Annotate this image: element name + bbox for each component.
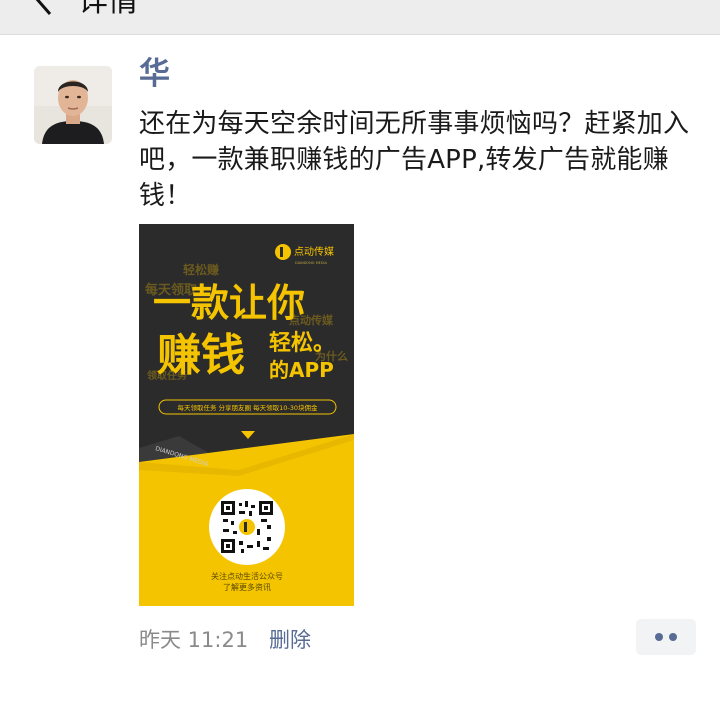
top-bar: 详情 xyxy=(0,0,720,35)
avatar-image xyxy=(34,66,112,144)
post-image[interactable]: 轻松赚 每天领取 点动传媒 为什么 领取任务 点动传媒 DIANDONG MED… xyxy=(139,224,354,606)
qr-code-icon xyxy=(221,501,273,553)
svg-text:DIANDONG MEDIA: DIANDONG MEDIA xyxy=(295,261,328,265)
more-button[interactable] xyxy=(636,619,696,655)
poster-qr-caption-2: 了解更多资讯 xyxy=(223,582,271,592)
more-dots-icon xyxy=(669,633,677,641)
post-text: 还在为每天空余时间无所事事烦恼吗？赶紧加入吧，一款兼职赚钱的广告APP,转发广告… xyxy=(139,109,690,211)
poster-headline-2: 赚钱 xyxy=(157,330,245,381)
chevron-left-icon[interactable] xyxy=(24,0,64,18)
poster-qr-caption-1: 关注点动生活公众号 xyxy=(211,571,283,581)
poster-headline-3a: 轻松。 xyxy=(269,330,335,356)
poster-features: 每天领取任务 分享朋友圈 每天领取10-30块佣金 xyxy=(177,403,318,412)
page-title: 详情 xyxy=(78,0,138,19)
author-name[interactable]: 华 xyxy=(139,54,170,94)
avatar[interactable] xyxy=(34,66,112,144)
poster-headline-1: 一款让你 xyxy=(153,281,305,325)
svg-text:点动传媒: 点动传媒 xyxy=(294,246,334,258)
poster-headline-3b: 的APP xyxy=(269,358,334,382)
more-dots-icon xyxy=(655,633,663,641)
post-time: 昨天 11:21 xyxy=(139,628,249,652)
poster-bg-word: 轻松赚 xyxy=(183,262,219,277)
delete-button[interactable]: 删除 xyxy=(269,624,311,656)
poster-graphic: 轻松赚 每天领取 点动传媒 为什么 领取任务 点动传媒 DIANDONG MED… xyxy=(139,224,354,606)
